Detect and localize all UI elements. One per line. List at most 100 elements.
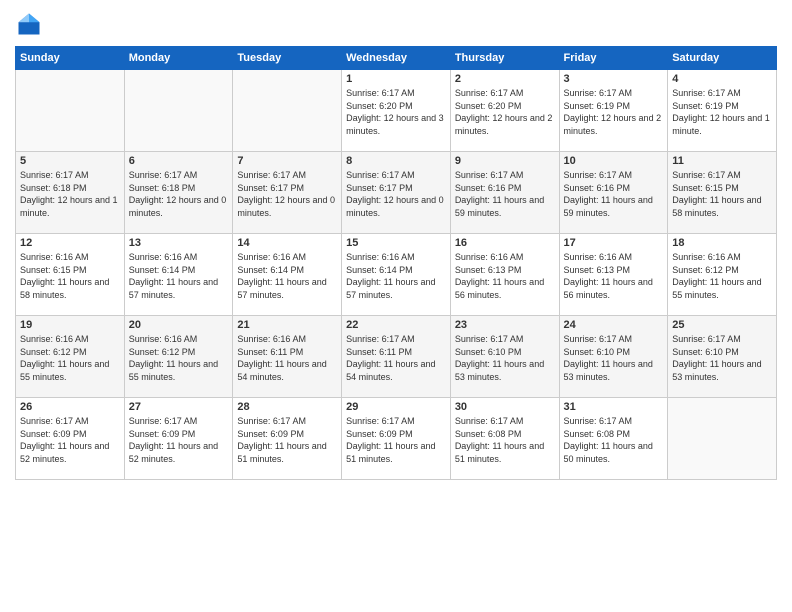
weekday-header-tuesday: Tuesday	[233, 47, 342, 70]
day-info: Sunrise: 6:17 AM Sunset: 6:15 PM Dayligh…	[672, 169, 772, 219]
day-number: 10	[564, 155, 664, 167]
logo	[15, 10, 47, 38]
day-cell: 13Sunrise: 6:16 AM Sunset: 6:14 PM Dayli…	[124, 234, 233, 316]
day-info: Sunrise: 6:16 AM Sunset: 6:12 PM Dayligh…	[672, 251, 772, 301]
day-cell	[16, 70, 125, 152]
day-number: 23	[455, 319, 555, 331]
day-number: 1	[346, 73, 446, 85]
day-cell	[124, 70, 233, 152]
day-number: 31	[564, 401, 664, 413]
day-info: Sunrise: 6:17 AM Sunset: 6:09 PM Dayligh…	[237, 415, 337, 465]
day-number: 30	[455, 401, 555, 413]
day-cell: 5 Sunrise: 6:17 AM Sunset: 6:18 PM Daylig…	[16, 152, 125, 234]
day-cell: 23 Sunrise: 6:17 AM Sunset: 6:10 PM Dayli…	[450, 316, 559, 398]
day-info: Sunrise: 6:16 AM Sunset: 6:13 PM Dayligh…	[564, 251, 664, 301]
day-info: Sunrise: 6:17 AM Sunset: 6:17 PM Dayligh…	[346, 169, 446, 219]
weekday-header-saturday: Saturday	[668, 47, 777, 70]
day-cell: 12 Sunrise: 6:16 AM Sunset: 6:15 PM Dayli…	[16, 234, 125, 316]
day-cell: 31 Sunrise: 6:17 AM Sunset: 6:08 PM Dayli…	[559, 398, 668, 480]
weekday-header-monday: Monday	[124, 47, 233, 70]
weekday-header-friday: Friday	[559, 47, 668, 70]
day-cell: 14 Sunrise: 6:16 AM Sunset: 6:14 PM Dayli…	[233, 234, 342, 316]
day-info: Sunrise: 6:17 AM Sunset: 6:09 PM Dayligh…	[346, 415, 446, 465]
day-info: Sunrise: 6:17 AM Sunset: 6:18 PM Dayligh…	[20, 169, 120, 219]
day-cell: 24Sunrise: 6:17 AM Sunset: 6:10 PM Dayli…	[559, 316, 668, 398]
day-info: Sunrise: 6:17 AM Sunset: 6:08 PM Dayligh…	[564, 415, 664, 465]
day-info: Sunrise: 6:17 AM Sunset: 6:10 PM Dayligh…	[672, 333, 772, 383]
day-number: 6	[129, 155, 229, 167]
day-number: 7	[237, 155, 337, 167]
week-row-3: 12 Sunrise: 6:16 AM Sunset: 6:15 PM Dayli…	[16, 234, 777, 316]
day-info: Sunrise: 6:16 AM Sunset: 6:14 PM Dayligh…	[346, 251, 446, 301]
day-info: Sunrise: 6:17 AM Sunset: 6:17 PM Dayligh…	[237, 169, 337, 219]
day-info: Sunrise: 6:17 AM Sunset: 6:20 PM Dayligh…	[346, 87, 446, 137]
day-cell: 30 Sunrise: 6:17 AM Sunset: 6:08 PM Dayli…	[450, 398, 559, 480]
day-number: 22	[346, 319, 446, 331]
day-info: Sunrise: 6:16 AM Sunset: 6:14 PM Dayligh…	[129, 251, 229, 301]
week-row-4: 19 Sunrise: 6:16 AM Sunset: 6:12 PM Dayli…	[16, 316, 777, 398]
day-info: Sunrise: 6:16 AM Sunset: 6:11 PM Dayligh…	[237, 333, 337, 383]
day-number: 19	[20, 319, 120, 331]
day-info: Sunrise: 6:17 AM Sunset: 6:20 PM Dayligh…	[455, 87, 555, 137]
day-number: 11	[672, 155, 772, 167]
day-number: 3	[564, 73, 664, 85]
day-info: Sunrise: 6:17 AM Sunset: 6:18 PM Dayligh…	[129, 169, 229, 219]
day-number: 21	[237, 319, 337, 331]
day-cell: 26Sunrise: 6:17 AM Sunset: 6:09 PM Dayli…	[16, 398, 125, 480]
header	[15, 10, 777, 38]
day-info: Sunrise: 6:17 AM Sunset: 6:11 PM Dayligh…	[346, 333, 446, 383]
day-cell: 1 Sunrise: 6:17 AM Sunset: 6:20 PM Daylig…	[342, 70, 451, 152]
day-info: Sunrise: 6:17 AM Sunset: 6:16 PM Dayligh…	[455, 169, 555, 219]
day-cell: 18 Sunrise: 6:16 AM Sunset: 6:12 PM Dayli…	[668, 234, 777, 316]
day-info: Sunrise: 6:17 AM Sunset: 6:10 PM Dayligh…	[564, 333, 664, 383]
day-cell: 20Sunrise: 6:16 AM Sunset: 6:12 PM Dayli…	[124, 316, 233, 398]
day-number: 25	[672, 319, 772, 331]
day-cell: 15 Sunrise: 6:16 AM Sunset: 6:14 PM Dayli…	[342, 234, 451, 316]
day-cell: 25 Sunrise: 6:17 AM Sunset: 6:10 PM Dayli…	[668, 316, 777, 398]
day-info: Sunrise: 6:16 AM Sunset: 6:13 PM Dayligh…	[455, 251, 555, 301]
day-cell: 8 Sunrise: 6:17 AM Sunset: 6:17 PM Daylig…	[342, 152, 451, 234]
day-info: Sunrise: 6:16 AM Sunset: 6:15 PM Dayligh…	[20, 251, 120, 301]
day-number: 9	[455, 155, 555, 167]
day-cell: 11 Sunrise: 6:17 AM Sunset: 6:15 PM Dayli…	[668, 152, 777, 234]
logo-icon	[15, 10, 43, 38]
week-row-1: 1 Sunrise: 6:17 AM Sunset: 6:20 PM Daylig…	[16, 70, 777, 152]
day-number: 4	[672, 73, 772, 85]
day-info: Sunrise: 6:17 AM Sunset: 6:16 PM Dayligh…	[564, 169, 664, 219]
day-cell: 9 Sunrise: 6:17 AM Sunset: 6:16 PM Daylig…	[450, 152, 559, 234]
day-number: 20	[129, 319, 229, 331]
week-row-5: 26Sunrise: 6:17 AM Sunset: 6:09 PM Dayli…	[16, 398, 777, 480]
day-info: Sunrise: 6:17 AM Sunset: 6:19 PM Dayligh…	[672, 87, 772, 137]
day-number: 29	[346, 401, 446, 413]
day-number: 18	[672, 237, 772, 249]
day-cell: 21 Sunrise: 6:16 AM Sunset: 6:11 PM Dayli…	[233, 316, 342, 398]
weekday-header-wednesday: Wednesday	[342, 47, 451, 70]
day-cell: 27Sunrise: 6:17 AM Sunset: 6:09 PM Dayli…	[124, 398, 233, 480]
day-cell: 4 Sunrise: 6:17 AM Sunset: 6:19 PM Daylig…	[668, 70, 777, 152]
weekday-header-sunday: Sunday	[16, 47, 125, 70]
day-info: Sunrise: 6:17 AM Sunset: 6:09 PM Dayligh…	[129, 415, 229, 465]
calendar-table: SundayMondayTuesdayWednesdayThursdayFrid…	[15, 46, 777, 480]
day-info: Sunrise: 6:17 AM Sunset: 6:08 PM Dayligh…	[455, 415, 555, 465]
weekday-header-row: SundayMondayTuesdayWednesdayThursdayFrid…	[16, 47, 777, 70]
day-number: 15	[346, 237, 446, 249]
day-cell: 2 Sunrise: 6:17 AM Sunset: 6:20 PM Daylig…	[450, 70, 559, 152]
day-cell: 10 Sunrise: 6:17 AM Sunset: 6:16 PM Dayli…	[559, 152, 668, 234]
weekday-header-thursday: Thursday	[450, 47, 559, 70]
day-info: Sunrise: 6:16 AM Sunset: 6:14 PM Dayligh…	[237, 251, 337, 301]
day-number: 14	[237, 237, 337, 249]
day-info: Sunrise: 6:16 AM Sunset: 6:12 PM Dayligh…	[20, 333, 120, 383]
day-cell: 22 Sunrise: 6:17 AM Sunset: 6:11 PM Dayli…	[342, 316, 451, 398]
day-number: 5	[20, 155, 120, 167]
week-row-2: 5 Sunrise: 6:17 AM Sunset: 6:18 PM Daylig…	[16, 152, 777, 234]
day-cell: 7 Sunrise: 6:17 AM Sunset: 6:17 PM Daylig…	[233, 152, 342, 234]
day-number: 8	[346, 155, 446, 167]
day-cell: 16 Sunrise: 6:16 AM Sunset: 6:13 PM Dayli…	[450, 234, 559, 316]
day-number: 16	[455, 237, 555, 249]
day-number: 12	[20, 237, 120, 249]
day-info: Sunrise: 6:17 AM Sunset: 6:10 PM Dayligh…	[455, 333, 555, 383]
day-cell: 6 Sunrise: 6:17 AM Sunset: 6:18 PM Daylig…	[124, 152, 233, 234]
day-number: 2	[455, 73, 555, 85]
day-info: Sunrise: 6:17 AM Sunset: 6:09 PM Dayligh…	[20, 415, 120, 465]
day-number: 17	[564, 237, 664, 249]
